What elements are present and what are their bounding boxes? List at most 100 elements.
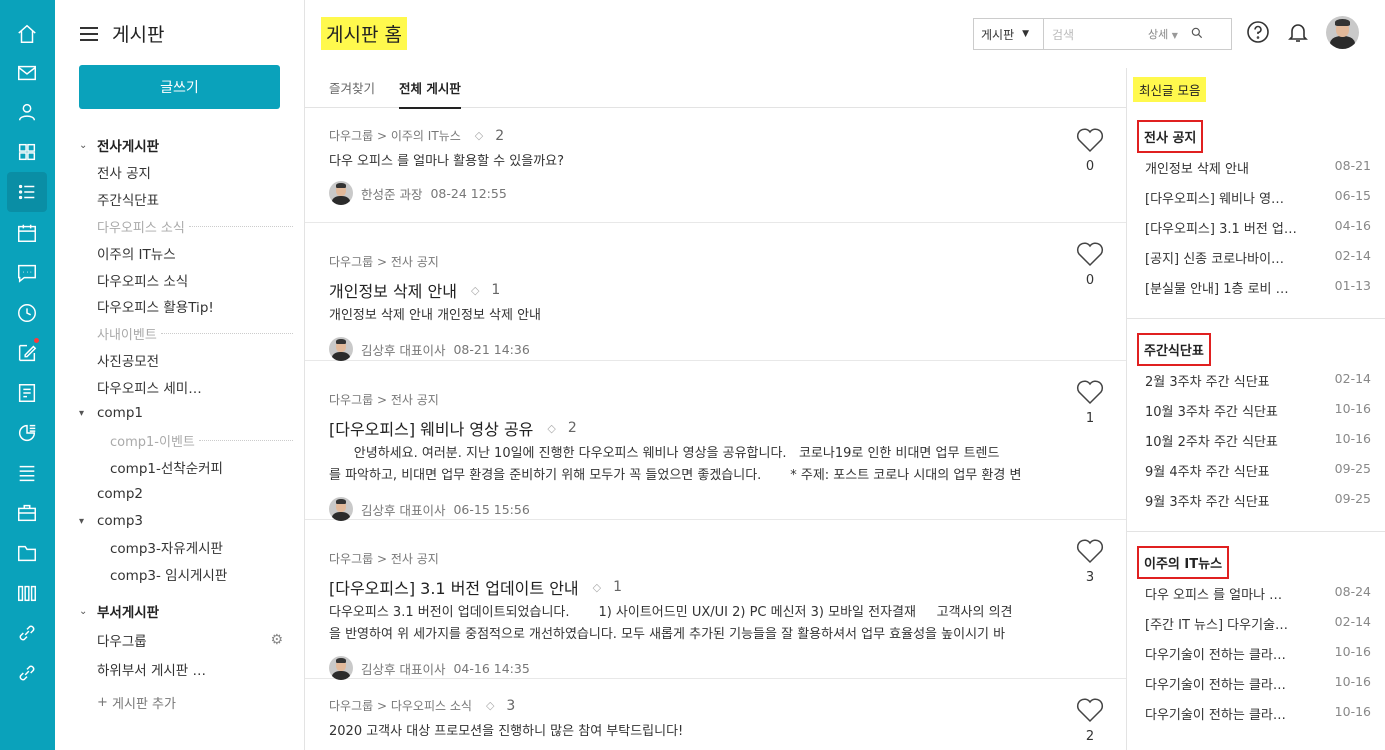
widget-item[interactable]: [주간 IT 뉴스] 다우기술… 02-14 (1145, 614, 1371, 633)
like-button[interactable]: 2 (1075, 697, 1105, 744)
post-item[interactable]: 다우그룹 > 다우오피스 소식 ◇ 3 2020 고객사 대상 프로모션을 진행하니 … (305, 679, 1126, 750)
post-item[interactable]: 다우그룹 > 전사 공지 개인정보 삭제 안내 ◇ 1 개인정보 삭제 안내 개인정보 … (305, 223, 1126, 361)
post-item[interactable]: 다우그룹 > 이주의 IT뉴스 ◇ 2 다우 오피스 를 얼마나 활용할 수 있을까요… (305, 109, 1126, 223)
widget-item[interactable]: 다우기술이 전하는 클라… 10-16 (1145, 704, 1371, 723)
widget-title[interactable]: 주간식단표 (1137, 333, 1211, 366)
search-icon[interactable] (1190, 25, 1204, 44)
widget-item[interactable]: 9월 3주차 주간 식단표 09-25 (1145, 491, 1371, 510)
post-body-line[interactable]: 를 파악하고, 비대면 업무 환경을 준비하기 위해 모두가 꼭 들었으면 좋겠… (329, 465, 1029, 487)
widget-item[interactable]: 10월 2주차 주간 식단표 10-16 (1145, 431, 1371, 450)
post-title[interactable]: [다우오피스] 3.1 버전 업데이트 안내 (329, 575, 579, 599)
nav-item[interactable]: 이주의 IT뉴스 (55, 240, 305, 266)
apps-icon[interactable] (7, 132, 47, 172)
edit-icon[interactable] (7, 333, 47, 373)
folder-icon[interactable] (7, 533, 47, 573)
post-item[interactable]: 다우그룹 > 전사 공지 [다우오피스] 3.1 버전 업데이트 안내 ◇ 1 다우오피… (305, 520, 1126, 680)
tab-favorites[interactable]: 즐겨찾기 (329, 78, 375, 107)
post-body-line[interactable]: 다우 오피스 를 얼마나 활용할 수 있을까요? (329, 151, 1029, 173)
search-input[interactable]: 검색 (1044, 26, 1144, 43)
clock-icon[interactable] (7, 293, 47, 333)
link-icon[interactable] (7, 613, 47, 653)
write-button[interactable]: 글쓰기 (79, 65, 280, 109)
bell-icon[interactable] (1286, 20, 1310, 44)
nav-group[interactable]: ⌄ 전사게시판 (55, 132, 305, 158)
notification-dot (34, 338, 39, 343)
post-item[interactable]: 다우그룹 > 전사 공지 [다우오피스] 웨비나 영상 공유 ◇ 2 안녕하세요. 여… (305, 361, 1126, 521)
widget-item[interactable]: 다우 오피스 를 얼마나 … 08-24 (1145, 584, 1371, 603)
nav-item[interactable]: 하위부서 게시판 … (55, 656, 305, 682)
post-board-path[interactable]: 다우그룹 > 전사 공지 (329, 550, 439, 567)
post-board-path[interactable]: 다우그룹 > 이주의 IT뉴스 (329, 127, 461, 144)
widget-item[interactable]: 다우기술이 전하는 클라… 10-16 (1145, 674, 1371, 693)
widget-item[interactable]: 9월 4주차 주간 식단표 09-25 (1145, 461, 1371, 480)
widget-item-date: 10-16 (1334, 401, 1371, 416)
help-icon[interactable] (1246, 20, 1270, 44)
post-author[interactable]: 한성준 과장 (361, 184, 422, 203)
briefcase-icon[interactable] (7, 493, 47, 533)
nav-item[interactable]: 전사 공지 (55, 159, 305, 185)
nav-item[interactable]: 다우오피스 세미… (55, 374, 305, 400)
books-icon[interactable] (7, 573, 47, 613)
nav-item[interactable]: 다우오피스 소식 (55, 267, 305, 293)
widget-item[interactable]: 다우기술이 전하는 클라… 10-16 (1145, 644, 1371, 663)
nav-item[interactable]: 다우그룹 ⚙ (55, 627, 305, 653)
nav-item[interactable]: 사진공모전 (55, 347, 305, 373)
tab-all-boards[interactable]: 전체 게시판 (399, 78, 461, 109)
chat-icon[interactable] (7, 253, 47, 293)
nav-item[interactable]: comp3- 임시게시판 (55, 561, 305, 587)
post-body-line[interactable]: 개인정보 삭제 안내 개인정보 삭제 안내 (329, 305, 1029, 327)
post-board-path[interactable]: 다우그룹 > 전사 공지 (329, 253, 439, 270)
widget-item[interactable]: [공지] 신종 코로나바이… 02-14 (1145, 248, 1371, 267)
post-title[interactable]: [다우오피스] 웨비나 영상 공유 (329, 416, 533, 440)
post-body-line[interactable]: 2020 고객사 대상 프로모션을 진행하니 많은 참여 부탁드립니다! (329, 721, 1029, 743)
post-author[interactable]: 김상후 대표이사 (361, 500, 445, 519)
nav-folder-item[interactable]: ▾ comp1 (55, 400, 305, 426)
mail-icon[interactable] (7, 53, 47, 93)
home-icon[interactable] (7, 14, 47, 54)
post-board-path[interactable]: 다우그룹 > 다우오피스 소식 (329, 697, 472, 714)
divider (160, 332, 293, 334)
widget-item-title: 9월 3주차 주간 식단표 (1145, 495, 1270, 510)
user-icon[interactable] (7, 92, 47, 132)
gear-icon[interactable]: ⚙ (270, 632, 283, 648)
widget-item[interactable]: 10월 3주차 주간 식단표 10-16 (1145, 401, 1371, 420)
nav-item[interactable]: comp3-자유게시판 (55, 534, 305, 560)
post-body-line[interactable]: 다우오피스 3.1 버전이 업데이트되었습니다. 1) 사이트어드민 UX/UI… (329, 602, 1029, 624)
post-board-path[interactable]: 다우그룹 > 전사 공지 (329, 391, 439, 408)
link-icon[interactable] (7, 653, 47, 693)
widget-item-date: 09-25 (1334, 491, 1371, 506)
post-body-line[interactable]: 안녕하세요. 여러분. 지난 10일에 진행한 다우오피스 웨비나 영상을 공유… (329, 443, 1029, 465)
widget-item[interactable]: [다우오피스] 3.1 버전 업… 04-16 (1145, 218, 1371, 237)
widget-item[interactable]: 개인정보 삭제 안내 08-21 (1145, 158, 1371, 177)
nav-item[interactable]: comp2 (55, 481, 305, 507)
post-title[interactable]: 개인정보 삭제 안내 (329, 278, 457, 302)
nav-item[interactable]: 주간식단표 (55, 186, 305, 212)
board-list-icon[interactable] (7, 172, 47, 212)
like-button[interactable]: 0 (1075, 241, 1105, 288)
search-detail-button[interactable]: 상세 ▼ (1148, 26, 1178, 42)
storage-icon[interactable] (7, 453, 47, 493)
widget-item[interactable]: 2월 3주차 주간 식단표 02-14 (1145, 371, 1371, 390)
nav-item[interactable]: comp1-선착순커피 (55, 454, 305, 480)
widget-title[interactable]: 전사 공지 (1137, 120, 1204, 153)
post-author[interactable]: 김상후 대표이사 (361, 340, 445, 359)
nav-group[interactable]: ⌄ 부서게시판 (55, 598, 305, 624)
like-button[interactable]: 3 (1075, 538, 1105, 585)
profile-avatar[interactable] (1326, 16, 1359, 49)
search-scope-select[interactable]: 게시판 ▼ (974, 19, 1044, 49)
hamburger-icon[interactable] (80, 26, 98, 41)
like-button[interactable]: 1 (1075, 379, 1105, 426)
report-icon[interactable] (7, 373, 47, 413)
add-board-button[interactable]: + 게시판 추가 (55, 689, 305, 715)
like-button[interactable]: 0 (1075, 127, 1105, 174)
widget-item[interactable]: [다우오피스] 웨비나 영… 06-15 (1145, 188, 1371, 207)
post-body-line[interactable]: 을 반영하여 위 세가지를 중점적으로 개선하였습니다. 모두 새롭게 추가된 … (329, 624, 1029, 646)
widget-title[interactable]: 이주의 IT뉴스 (1137, 546, 1230, 579)
calendar-icon[interactable] (7, 213, 47, 253)
survey-icon[interactable] (7, 413, 47, 453)
post-author[interactable]: 김상후 대표이사 (361, 659, 445, 678)
nav-folder-item[interactable]: ▾ comp3 (55, 508, 305, 534)
widget-item[interactable]: [분실물 안내] 1층 로비 … 01-13 (1145, 278, 1371, 297)
nav-item[interactable]: 다우오피스 활용Tip! (55, 293, 305, 319)
heart-icon (1075, 127, 1105, 157)
